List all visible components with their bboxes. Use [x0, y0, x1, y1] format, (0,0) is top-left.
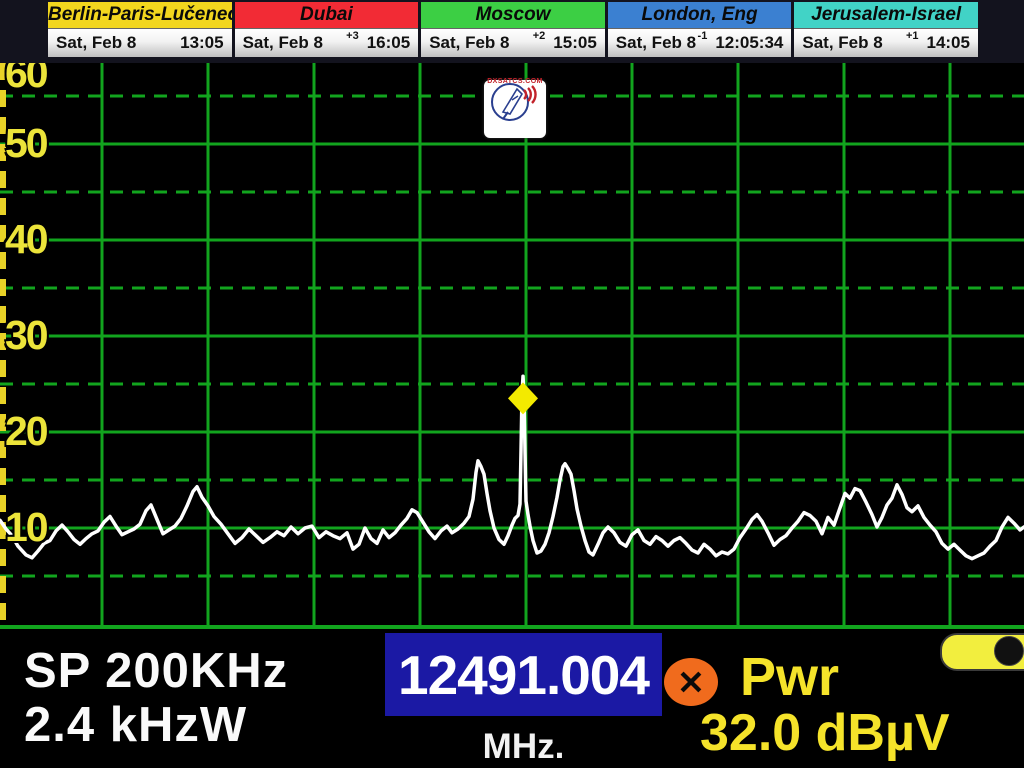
clock-panel: Jerusalem-Israel Sat, Feb 8 +1 14:05 [794, 2, 978, 57]
power-value: 32.0 dBµV [700, 703, 950, 763]
frequency-unit-label: MHz. [385, 727, 662, 767]
clock-panels: Berlin-Paris-Lučenec Sat, Feb 8 13:05 Du… [48, 2, 978, 57]
clock-time: 13:05 [180, 33, 223, 53]
clock-utc-offset: +2 [533, 30, 546, 42]
clock-utc-offset: +1 [906, 30, 919, 42]
span-readout: SP 200KHz [24, 643, 288, 699]
clock-panel: London, Eng Sat, Feb 8 -1 12:05:34 [608, 2, 792, 57]
clock-datetime-row: Sat, Feb 8 +1 14:05 [794, 28, 978, 57]
clock-datetime-row: Sat, Feb 8 +3 16:05 [235, 28, 419, 57]
clock-datetime-row: Sat, Feb 8 13:05 [48, 28, 232, 57]
clock-date: Sat, Feb 8 [802, 33, 906, 53]
spectrum-analyzer-screen: Berlin-Paris-Lučenec Sat, Feb 8 13:05 Du… [0, 0, 1024, 768]
clock-city-label: Jerusalem-Israel [794, 2, 978, 28]
clock-panel: Berlin-Paris-Lučenec Sat, Feb 8 13:05 [48, 2, 232, 57]
bandwidth-readout: 2.4 kHzW [24, 697, 247, 753]
clock-city-label: Moscow [421, 2, 605, 28]
frequency-display[interactable]: 12491.004 [385, 633, 662, 716]
clock-datetime-row: Sat, Feb 8 +2 15:05 [421, 28, 605, 57]
clock-city-label: Berlin-Paris-Lučenec [48, 2, 232, 28]
clock-date: Sat, Feb 8 [616, 33, 698, 53]
power-toggle[interactable] [940, 633, 1024, 671]
clock-city-label: London, Eng [608, 2, 792, 28]
clear-icon[interactable]: ✕ [664, 658, 718, 706]
satellite-dish-icon [484, 80, 540, 124]
power-label: Pwr [740, 646, 839, 708]
clock-time: 15:05 [553, 33, 596, 53]
spectrum-trace [0, 376, 1024, 558]
clock-date: Sat, Feb 8 [429, 33, 533, 53]
world-clock-bar: Berlin-Paris-Lučenec Sat, Feb 8 13:05 Du… [0, 0, 1024, 63]
frequency-value: 12491.004 [398, 643, 649, 707]
y-axis-tick: 40 [5, 215, 47, 264]
y-axis-tick: 20 [5, 407, 47, 456]
clock-panel: Dubai Sat, Feb 8 +3 16:05 [235, 2, 419, 57]
y-axis-tick: 60 [5, 63, 47, 98]
dxsatcs-logo: DXSATCS.COM [484, 80, 546, 138]
clock-date: Sat, Feb 8 [243, 33, 347, 53]
clock-time: 12:05:34 [715, 33, 783, 53]
clock-utc-offset: +3 [346, 30, 359, 42]
spectrum-grid-and-trace [0, 63, 1024, 631]
clock-utc-offset: -1 [698, 30, 708, 42]
toggle-knob-icon [994, 636, 1024, 666]
y-axis-tick: 30 [5, 311, 47, 360]
readout-panel: SP 200KHz 2.4 kHzW 12491.004 MHz. ✕ Pwr … [0, 631, 1024, 768]
y-axis-tick: 50 [5, 119, 47, 168]
peak-marker-diamond-icon[interactable] [508, 382, 538, 414]
clock-time: 16:05 [367, 33, 410, 53]
clock-datetime-row: Sat, Feb 8 -1 12:05:34 [608, 28, 792, 57]
clock-city-label: Dubai [235, 2, 419, 28]
y-axis-tick: 10 [5, 503, 47, 552]
clock-time: 14:05 [926, 33, 969, 53]
spectrum-plot: DXSATCS.COM 60 50 40 30 20 10 [0, 63, 1024, 631]
clock-date: Sat, Feb 8 [56, 33, 172, 53]
clock-panel: Moscow Sat, Feb 8 +2 15:05 [421, 2, 605, 57]
